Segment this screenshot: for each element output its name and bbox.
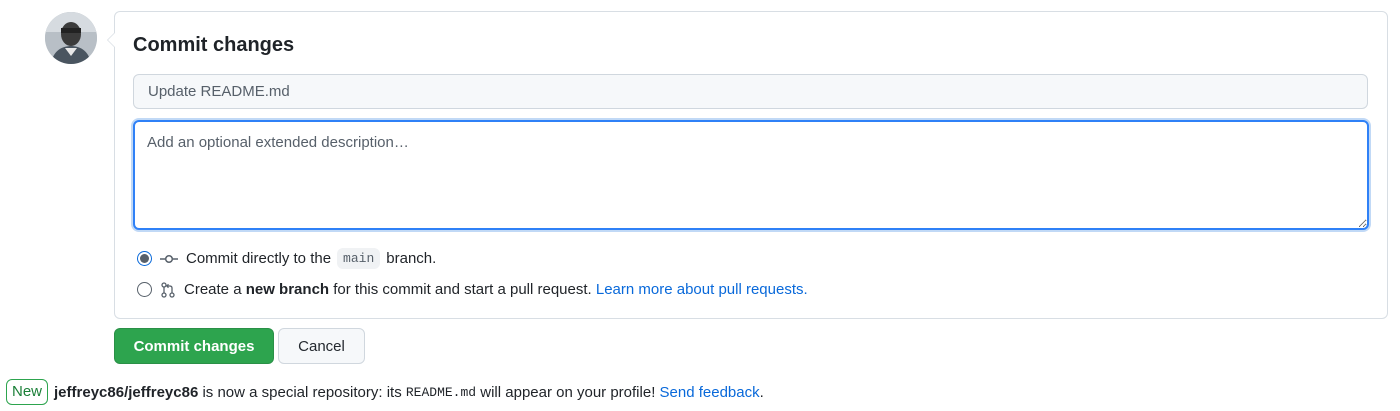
notice-end: . — [759, 383, 764, 401]
learn-more-pull-requests-link[interactable]: Learn more about pull requests. — [596, 281, 808, 298]
new-badge: New — [6, 379, 49, 405]
cancel-button[interactable]: Cancel — [278, 328, 365, 364]
new-branch-radio[interactable] — [137, 282, 152, 297]
avatar-image — [45, 12, 97, 64]
commit-panel: Commit changes Commit directly to the ma… — [107, 11, 1388, 319]
commit-direct-option[interactable]: Commit directly to the main branch. — [137, 248, 436, 269]
new-branch-option[interactable]: Create a new branch for this commit and … — [137, 281, 808, 298]
notice-repo-name: jeffreyc86/jeffreyc86 — [54, 383, 199, 401]
branch-name-pill: main — [337, 248, 381, 269]
commit-direct-radio[interactable] — [137, 251, 152, 266]
git-commit-icon — [160, 251, 178, 267]
new-branch-bold: new branch — [245, 281, 330, 298]
new-branch-suffix: for this commit and start a pull request… — [333, 281, 592, 298]
git-pull-request-icon — [160, 281, 176, 298]
special-repo-notice: New jeffreyc86/jeffreyc86 is now a speci… — [6, 379, 764, 405]
avatar[interactable] — [45, 12, 97, 64]
commit-panel-title: Commit changes — [133, 34, 295, 56]
notice-readme-file: README.md — [405, 384, 477, 400]
commit-direct-suffix: branch. — [386, 250, 437, 267]
notice-text-1: is now a special repository: its — [202, 383, 402, 401]
commit-summary-input[interactable] — [133, 74, 1368, 109]
new-branch-prefix: Create a — [184, 281, 242, 298]
commit-changes-button[interactable]: Commit changes — [114, 328, 274, 364]
commit-direct-prefix: Commit directly to the — [186, 250, 332, 267]
notice-text-2: will appear on your profile! — [480, 383, 656, 401]
send-feedback-link[interactable]: Send feedback — [660, 384, 760, 401]
commit-description-textarea[interactable] — [133, 120, 1369, 230]
